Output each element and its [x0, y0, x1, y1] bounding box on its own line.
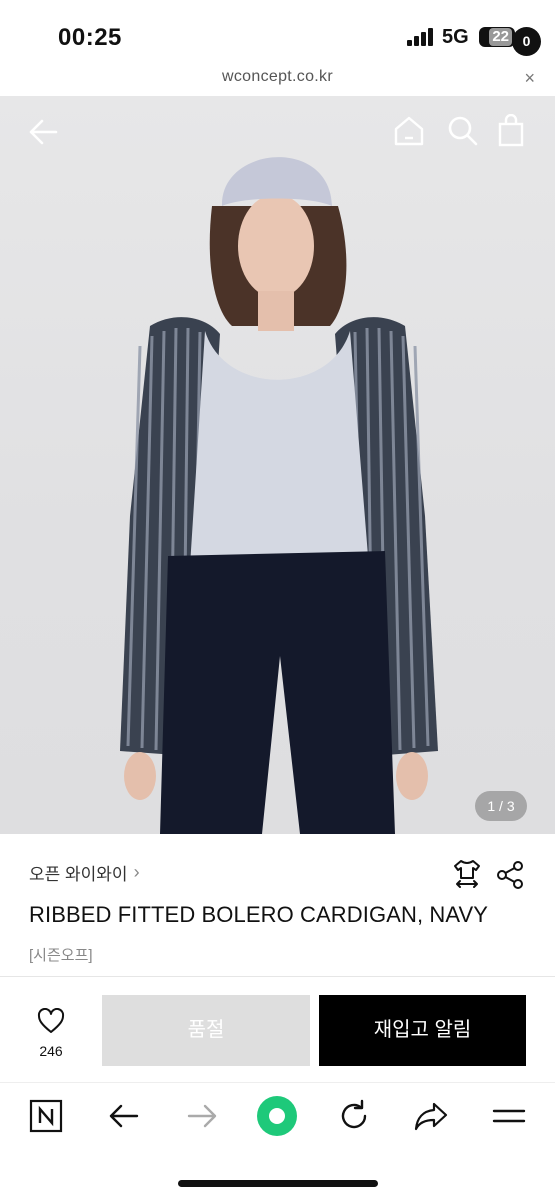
home-indicator: [178, 1180, 378, 1187]
restock-alert-button[interactable]: 재입고 알림: [319, 995, 526, 1066]
browser-back-icon[interactable]: [106, 1098, 142, 1134]
soldout-button: 품절: [102, 995, 310, 1066]
search-icon[interactable]: [446, 114, 480, 148]
close-icon[interactable]: ×: [524, 68, 535, 89]
heart-icon[interactable]: [37, 1007, 65, 1034]
brand-link[interactable]: 오픈 와이와이 ›: [29, 860, 140, 885]
wish-count: 246: [39, 1043, 63, 1059]
size-guide-icon[interactable]: [451, 858, 483, 890]
divider: [0, 1082, 555, 1083]
refresh-icon[interactable]: [336, 1098, 372, 1134]
green-circle-icon[interactable]: [256, 1095, 298, 1137]
status-time: 00:25: [58, 24, 122, 51]
shopping-bag-icon[interactable]: [496, 114, 526, 148]
model-photo: [120, 157, 438, 834]
browser-forward-icon: [187, 1104, 217, 1128]
product-title: RIBBED FITTED BOLERO CARDIGAN, NAVY: [29, 902, 489, 927]
share-icon[interactable]: [496, 860, 524, 890]
brand-name[interactable]: 오픈 와이와이: [29, 860, 128, 885]
product-image[interactable]: 1 / 3: [0, 96, 555, 834]
back-arrow-icon[interactable]: [26, 114, 62, 150]
status-bar: 00:25 5G 22: [0, 0, 555, 62]
product-tag: [시즌오프]: [29, 947, 93, 964]
battery-level: 22: [489, 28, 512, 46]
home-icon[interactable]: [392, 114, 426, 148]
wishlist-button[interactable]: 246: [28, 1007, 74, 1059]
image-page-indicator: 1 / 3: [475, 791, 527, 821]
chevron-right-icon: ›: [133, 862, 140, 882]
url-text[interactable]: wconcept.co.kr: [0, 68, 555, 86]
share-arrow-icon[interactable]: [413, 1098, 449, 1134]
naver-logo-icon[interactable]: [28, 1098, 64, 1134]
url-bar[interactable]: wconcept.co.kr ×: [0, 62, 555, 96]
cart-count-badge[interactable]: 0: [512, 27, 541, 56]
battery-icon: 22: [479, 27, 515, 47]
menu-icon[interactable]: [491, 1098, 527, 1134]
network-label: 5G: [442, 26, 469, 48]
signal-icon: [407, 28, 435, 46]
divider: [0, 976, 555, 977]
